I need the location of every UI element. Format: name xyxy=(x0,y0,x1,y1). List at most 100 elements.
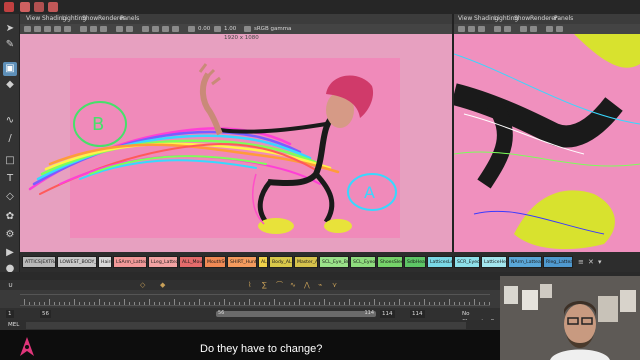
selection-set-button[interactable]: ATTICS|EXTRA xyxy=(22,256,56,268)
playback-start-field[interactable]: 56 xyxy=(40,310,51,318)
exposure-icon[interactable] xyxy=(188,26,195,32)
exposure-value[interactable]: 0.00 xyxy=(198,24,210,34)
selection-set-button[interactable]: LatticesLeg xyxy=(427,256,453,268)
color-space-select[interactable]: sRGB gamma xyxy=(254,24,291,34)
eraser-tool-icon[interactable]: ◇ xyxy=(3,190,17,204)
grid-icon[interactable] xyxy=(44,26,51,32)
pencil-tool-icon[interactable]: / xyxy=(3,132,17,146)
command-input[interactable] xyxy=(26,322,466,329)
gamma-icon[interactable] xyxy=(214,26,221,32)
key-tool-icon[interactable]: ◆ xyxy=(160,280,165,290)
gear-icon[interactable]: ⚙ xyxy=(3,228,17,242)
xray-icon[interactable] xyxy=(556,26,563,32)
range-start-field[interactable]: 1 xyxy=(6,310,14,318)
xray-joints-icon[interactable] xyxy=(162,26,169,32)
frame-tick xyxy=(224,299,225,305)
character-icon[interactable] xyxy=(34,2,44,12)
anim-tool-icon[interactable]: ⌁ xyxy=(318,280,322,290)
menu-view[interactable]: View xyxy=(458,14,472,24)
key-tool-icon[interactable]: ◇ xyxy=(140,280,145,290)
anim-tool-icon[interactable]: ⌇ xyxy=(248,280,251,290)
camera-icon[interactable] xyxy=(458,26,465,32)
menu-panels[interactable]: Panels xyxy=(554,14,573,24)
character-set-select[interactable]: No Character Se xyxy=(460,310,500,325)
close-icon[interactable]: ✕ xyxy=(588,257,596,267)
shelf-options-icon[interactable]: ≡ xyxy=(578,257,586,267)
shaded-icon[interactable] xyxy=(90,26,97,32)
anim-tool-icon[interactable]: ⋎ xyxy=(332,280,337,290)
frame-tick xyxy=(274,299,275,305)
lasso-tool-icon[interactable]: ✎ xyxy=(3,38,17,52)
rotate-tool-icon[interactable]: ◆ xyxy=(3,78,17,92)
selection-set-button[interactable]: NArm_Latteas xyxy=(508,256,542,268)
selection-set-button[interactable]: Hairs xyxy=(98,256,112,268)
tab-icon[interactable]: ▾ xyxy=(598,257,606,267)
playback-end-field[interactable]: 114 xyxy=(380,310,395,318)
curve-tool-icon[interactable]: ∿ xyxy=(3,114,17,128)
color-wheel-icon[interactable]: ✿ xyxy=(3,210,17,224)
xray-components-icon[interactable] xyxy=(172,26,179,32)
square-tool-icon[interactable]: □ xyxy=(3,154,17,168)
viewport-left[interactable]: 1920 x 1080 B A xyxy=(20,34,452,252)
camera-icon[interactable] xyxy=(468,26,475,32)
grid-icon[interactable] xyxy=(478,26,485,32)
shadows-icon[interactable] xyxy=(530,26,537,32)
selection-set-button[interactable]: SdbHead xyxy=(404,256,426,268)
selection-set-button[interactable]: Master_All xyxy=(294,256,318,268)
isolate-icon[interactable] xyxy=(142,26,149,32)
camera-icon[interactable] xyxy=(24,26,31,32)
lights-icon[interactable] xyxy=(116,26,123,32)
wireframe-icon[interactable] xyxy=(80,26,87,32)
selection-set-button[interactable]: LOWEST_BODY_ALL xyxy=(57,256,97,268)
selection-set-button[interactable]: Body_ALL xyxy=(269,256,293,268)
character-icon[interactable] xyxy=(20,2,30,12)
menu-panels[interactable]: Panels xyxy=(120,14,139,24)
menu-view[interactable]: View xyxy=(26,14,40,24)
film-gate-icon[interactable] xyxy=(54,26,61,32)
move-tool-icon[interactable]: ▣ xyxy=(3,62,17,76)
selection-set-button[interactable]: SCL_Eye_Brow xyxy=(319,256,349,268)
frame-tick xyxy=(54,302,55,305)
menu-show[interactable]: Show xyxy=(514,14,530,24)
gamma-value[interactable]: 1.00 xyxy=(224,24,236,34)
selection-set-button[interactable]: LatticeHead xyxy=(481,256,507,268)
viewport-right[interactable] xyxy=(454,34,640,252)
wireframe-icon[interactable] xyxy=(494,26,501,32)
menu-show[interactable]: Show xyxy=(82,14,98,24)
character-icon[interactable] xyxy=(48,2,58,12)
text-tool-icon[interactable]: T xyxy=(3,172,17,186)
selection-set-button[interactable]: MouthSQ xyxy=(204,256,226,268)
color-management-icon[interactable] xyxy=(244,26,251,32)
command-language-label[interactable]: MEL xyxy=(8,320,19,330)
xray-icon[interactable] xyxy=(152,26,159,32)
selection-set-button[interactable]: SCL_Eyeonly xyxy=(350,256,376,268)
selection-set-button[interactable]: Rleg_Latteas xyxy=(543,256,573,268)
frame-tick xyxy=(109,302,110,305)
anim-tool-icon[interactable]: ⌒ xyxy=(276,280,283,290)
selection-set-button[interactable]: LSArm_Latteas xyxy=(113,256,147,268)
isolate-icon[interactable] xyxy=(546,26,553,32)
shadows-icon[interactable] xyxy=(126,26,133,32)
selection-set-button[interactable]: ALL_Mouth xyxy=(179,256,203,268)
anim-tool-icon[interactable]: ⋀ xyxy=(304,280,310,290)
resolution-gate-icon[interactable] xyxy=(64,26,71,32)
textured-icon[interactable] xyxy=(100,26,107,32)
play-icon[interactable]: ▶ xyxy=(3,246,17,260)
lights-icon[interactable] xyxy=(520,26,527,32)
range-end-field[interactable]: 114 xyxy=(410,310,425,318)
anim-tool-icon[interactable]: ∑ xyxy=(262,280,267,290)
frame-tick xyxy=(364,302,365,305)
shaded-icon[interactable] xyxy=(504,26,511,32)
selection-set-button[interactable]: ALL xyxy=(258,256,268,268)
anim-menu-icon[interactable]: ∪ xyxy=(8,280,13,290)
anim-tool-icon[interactable]: ∿ xyxy=(290,280,296,290)
time-slider[interactable] xyxy=(20,294,490,306)
selection-set-button[interactable]: SCR_Eyeoth xyxy=(454,256,480,268)
menu-icon[interactable] xyxy=(4,2,14,12)
selection-set-button[interactable]: ShoesSleeves xyxy=(377,256,403,268)
select-tool-icon[interactable]: ➤ xyxy=(3,22,17,36)
selection-set-button[interactable]: SHIRT_Hunt xyxy=(227,256,257,268)
range-slider[interactable]: 56 114 xyxy=(216,310,376,317)
selection-set-button[interactable]: LLeg_Latteas xyxy=(148,256,178,268)
camera-icon[interactable] xyxy=(34,26,41,32)
